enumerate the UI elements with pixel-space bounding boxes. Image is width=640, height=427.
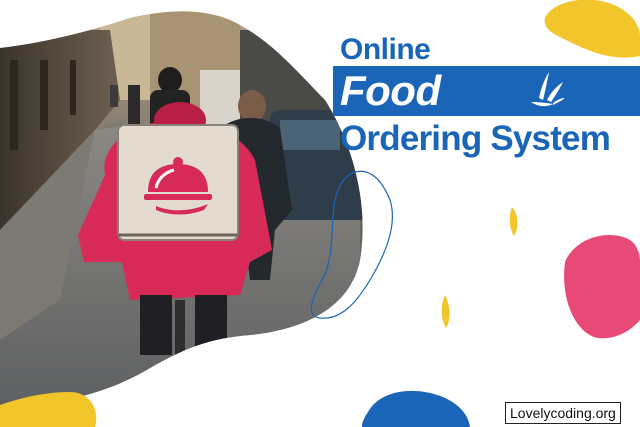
yellow-blob-top: [544, 0, 640, 58]
blue-outline-blob: [310, 170, 394, 319]
banner: Online Food Ordering System Lovelycoding…: [0, 0, 640, 427]
blue-blob-bottom: [362, 390, 470, 427]
pink-blob: [564, 235, 640, 339]
yellow-drop-mid: [441, 295, 450, 328]
title-online: Online: [340, 33, 431, 66]
title-ordering-system: Ordering System: [340, 119, 611, 158]
yellow-blob-bottom: [0, 392, 97, 427]
decor-shapes: [0, 0, 640, 427]
title-food: Food: [340, 67, 441, 114]
site-watermark: Lovelycoding.org: [505, 402, 621, 424]
yellow-drop-right: [509, 207, 518, 236]
splash-icon: [531, 72, 565, 107]
